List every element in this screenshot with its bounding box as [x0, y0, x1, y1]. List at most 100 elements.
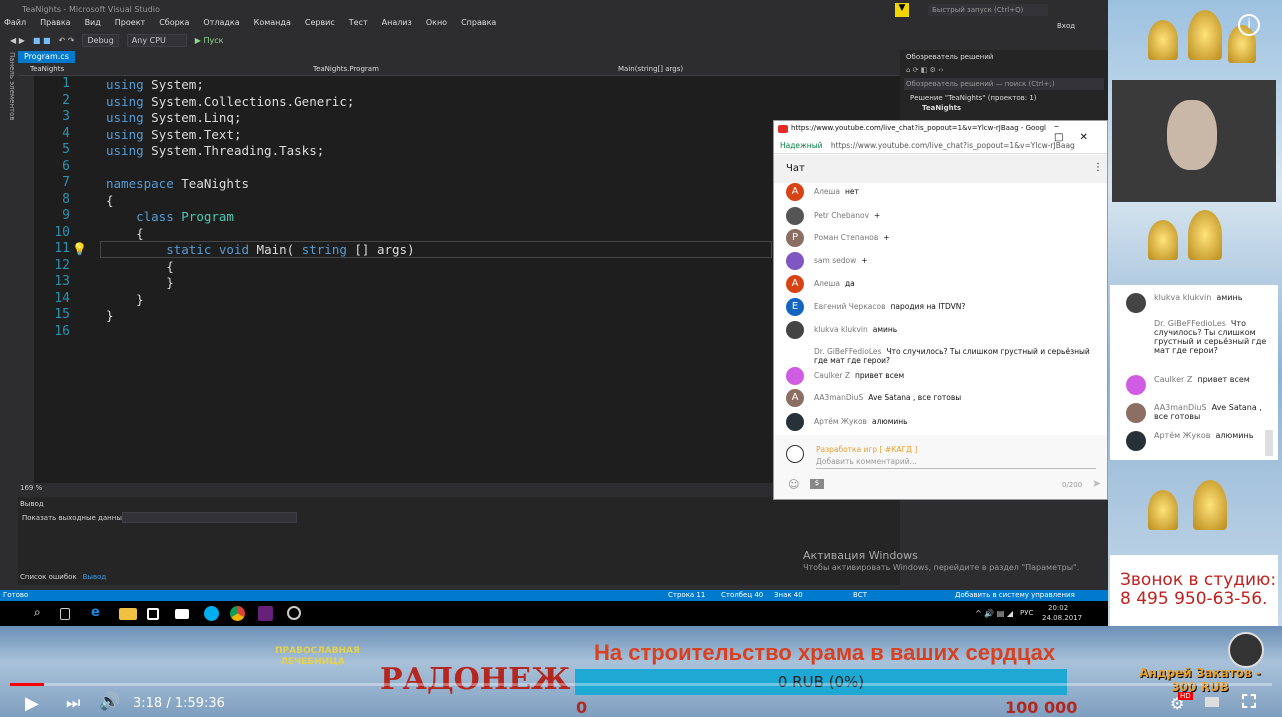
chat-author[interactable]: Алеша [814, 279, 840, 288]
chat-author[interactable]: Petr Chebanov [814, 211, 869, 220]
code-line[interactable]: { [106, 193, 114, 208]
tray-icons[interactable]: ^ 🔊 ▤ ◢ [975, 609, 1013, 618]
next-button[interactable]: ⏭ [66, 693, 80, 713]
code-line[interactable]: { [106, 259, 174, 274]
language-indicator[interactable]: РУС [1020, 609, 1033, 617]
code-token: { [106, 258, 174, 274]
menu-item[interactable]: Тест [349, 18, 368, 30]
clock-date[interactable]: 24.08.2017 [1042, 614, 1082, 622]
code-line[interactable]: } [106, 275, 174, 290]
menu-item[interactable]: Сервис [305, 18, 335, 30]
clock-time[interactable]: 20:02 [1048, 604, 1068, 612]
chat-author[interactable]: klukva klukvin [814, 325, 868, 334]
chat-text: алюминь [1215, 431, 1254, 440]
code-token: { [106, 225, 144, 241]
menu-item[interactable]: Правка [40, 18, 70, 30]
info-icon[interactable]: i [1238, 14, 1260, 36]
config-select[interactable]: Debug [82, 33, 119, 47]
comment-input[interactable]: Добавить комментарий... [816, 457, 1096, 469]
task-view-icon[interactable] [60, 608, 70, 620]
edge-icon[interactable]: e [91, 605, 109, 622]
undo-icon[interactable]: ↶ ↷ [59, 36, 75, 45]
more-options-icon[interactable]: ⋮ [1093, 162, 1103, 173]
menu-item[interactable]: Справка [461, 18, 496, 30]
menu-item[interactable]: Файл [4, 18, 26, 30]
code-line[interactable]: } [106, 308, 114, 323]
tab-error-list[interactable]: Список ошибок [20, 573, 77, 581]
chrome-icon[interactable] [230, 606, 245, 621]
start-button[interactable]: ▶ Пуск [195, 36, 224, 45]
menu-item[interactable]: Вид [85, 18, 101, 30]
tab-program-cs[interactable]: Program.cs [18, 51, 75, 63]
nav-project[interactable]: TeaNights [30, 65, 64, 73]
play-button[interactable]: ▶ [25, 693, 39, 714]
chat-author[interactable]: Артём Жуков [814, 417, 867, 426]
solution-node[interactable]: Решение "TeaNights" (проектов: 1) [900, 92, 1108, 104]
code-line[interactable]: using System; [106, 77, 204, 92]
emoji-icon[interactable]: ☺ [788, 478, 799, 491]
line-number: 5 [62, 142, 70, 157]
nav-member[interactable]: Main(string[] args) [618, 65, 683, 73]
zoom-level[interactable]: 169 % [18, 484, 900, 495]
output-source-select[interactable] [122, 512, 297, 523]
code-line[interactable]: namespace TeaNights [106, 176, 249, 191]
chat-author[interactable]: Роман Степанов [814, 233, 878, 242]
code-line[interactable]: using System.Threading.Tasks; [106, 143, 324, 158]
overlay-chat-scrollbar[interactable] [1265, 430, 1273, 456]
toolbox-strip[interactable]: Панель элементов [0, 48, 16, 588]
status-col: Столбец 40 [721, 591, 764, 599]
address-bar[interactable]: https://www.youtube.com/live_chat?is_pop… [831, 141, 1075, 150]
subtitles-icon[interactable] [1205, 697, 1219, 707]
chat-author[interactable]: Алеша [814, 187, 840, 196]
chat-text: привет всем [854, 371, 905, 380]
back-icon[interactable]: ◀ ▶ [10, 36, 25, 45]
visual-studio-icon[interactable] [258, 606, 273, 621]
menu-item[interactable]: Отладка [203, 18, 239, 30]
quick-launch-input[interactable]: Быстрый запуск (Ctrl+Q) [928, 4, 1048, 16]
chat-author[interactable]: AA3manDiuS [814, 393, 863, 402]
phone-banner: Звонок в студию: 8 495 950-63-56. [1110, 555, 1278, 633]
send-icon[interactable]: ➤ [1092, 477, 1101, 490]
skype-icon[interactable] [204, 606, 219, 621]
video-progress-bar[interactable] [10, 683, 1272, 686]
code-line[interactable]: using System.Linq; [106, 110, 241, 125]
chat-text: Ave Satana , все готовы [868, 393, 962, 402]
tab-output[interactable]: Вывод [83, 573, 107, 581]
chat-author[interactable]: sam sedow [814, 256, 856, 265]
chat-author[interactable]: Caulker Z [814, 371, 850, 380]
chat-author[interactable]: Dr. GiBeFFedioLes [814, 347, 881, 356]
secure-indicator[interactable]: Надежный [780, 141, 823, 150]
menu-item[interactable]: Анализ [382, 18, 412, 30]
mail-icon[interactable] [175, 609, 189, 619]
menu-item[interactable]: Окно [426, 18, 447, 30]
super-chat-icon[interactable]: $ [810, 479, 824, 489]
signin-link[interactable]: Вход [1057, 22, 1075, 30]
solution-explorer-title: Обозреватель решений [906, 53, 994, 61]
code-line[interactable]: } [106, 292, 144, 307]
chat-author[interactable]: Евгений Черкасов [814, 302, 886, 311]
solution-search-input[interactable]: Обозреватель решений — поиск (Ctrl+;) [904, 78, 1104, 90]
code-token: System.Threading.Tasks; [151, 143, 325, 158]
lightbulb-icon[interactable]: 💡 [72, 242, 87, 256]
code-line[interactable]: using System.Text; [106, 127, 241, 142]
platform-select[interactable]: Any CPU [126, 33, 187, 47]
menu-item[interactable]: Проект [115, 18, 145, 30]
output-panel: Вывод Показать выходные данные из: Списо… [18, 497, 900, 585]
menu-item[interactable]: Сборка [159, 18, 189, 30]
menu-item[interactable]: Команда [254, 18, 291, 30]
code-line[interactable]: using System.Collections.Generic; [106, 94, 354, 109]
filter-icon[interactable]: ▼ [895, 3, 909, 17]
code-line[interactable]: { [106, 226, 144, 241]
youtube-icon [778, 125, 788, 133]
search-icon[interactable]: ⌕ [34, 605, 52, 622]
project-node[interactable]: TeaNights [900, 104, 1108, 112]
code-line[interactable]: static void Main( string [] args) [106, 242, 414, 257]
obs-icon[interactable] [287, 606, 301, 620]
store-icon[interactable] [147, 608, 159, 620]
nav-class[interactable]: TeaNights.Program [313, 65, 379, 73]
save-icon[interactable]: ■ ■ [33, 36, 51, 45]
volume-button[interactable]: 🔊 [99, 692, 120, 712]
fullscreen-icon[interactable] [1242, 694, 1256, 708]
explorer-icon[interactable] [119, 608, 137, 620]
code-line[interactable]: class Program [106, 209, 234, 224]
